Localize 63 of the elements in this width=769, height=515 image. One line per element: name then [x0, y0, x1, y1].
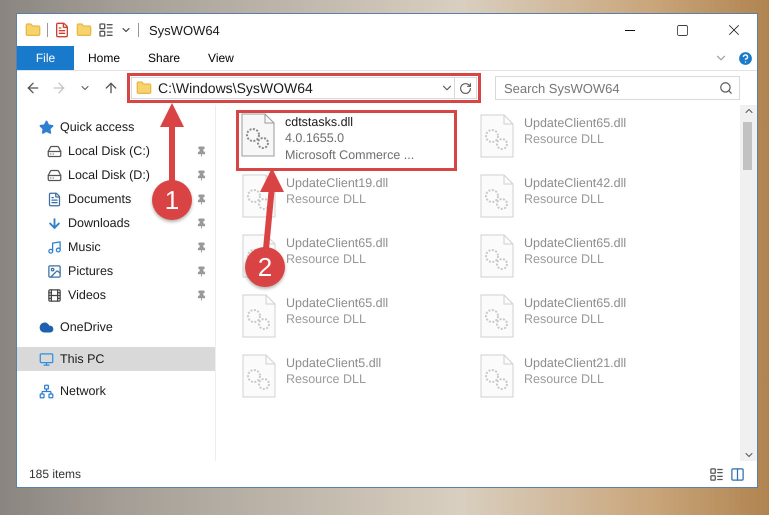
file-detail: Resource DLL [286, 191, 366, 208]
ribbon-tab[interactable]: View [194, 46, 248, 70]
large-icons-view-icon[interactable] [730, 466, 745, 482]
sidebar-item[interactable]: OneDrive [60, 320, 113, 334]
monitor-icon [39, 352, 54, 366]
maximize-icon [676, 24, 688, 36]
item-count: 185 items [29, 467, 82, 481]
gear-file-icon [480, 354, 514, 398]
file-detail: Resource DLL [524, 371, 604, 388]
gear-file-icon [480, 294, 514, 338]
view-icon[interactable] [98, 22, 114, 38]
gear-file-icon [241, 113, 275, 157]
file-detail: Microsoft Commerce ... [285, 147, 414, 164]
picture-icon [47, 264, 62, 278]
file-name[interactable]: cdtstasks.dll [285, 114, 354, 130]
sidebar-item[interactable]: Downloads [68, 216, 130, 230]
sidebar-item[interactable]: Videos [68, 288, 106, 302]
scrollbar[interactable] [740, 105, 757, 461]
sidebar-item[interactable]: Music [68, 240, 101, 254]
file-detail: Resource DLL [524, 131, 604, 148]
music-note-icon [47, 240, 62, 254]
cloud-icon [39, 320, 54, 334]
properties-icon[interactable] [54, 22, 70, 38]
gear-file-icon [242, 294, 276, 338]
sidebar-item[interactable]: Network [60, 384, 106, 398]
scroll-thumb[interactable] [742, 122, 752, 170]
drive-icon [47, 144, 62, 158]
sidebar-item[interactable]: Documents [68, 192, 132, 206]
gear-file-icon [480, 174, 514, 218]
file-detail: Resource DLL [286, 371, 366, 388]
folder-icon [136, 80, 152, 96]
file-detail: Resource DLL [286, 251, 366, 268]
details-view-icon[interactable] [709, 466, 724, 482]
star-icon [39, 120, 54, 134]
gear-file-icon [480, 234, 514, 278]
back-icon [25, 80, 41, 96]
file-detail: Resource DLL [524, 311, 604, 328]
download-icon [47, 216, 62, 230]
refresh-icon [459, 82, 472, 94]
sidebar-item[interactable]: Local Disk (C:) [68, 144, 150, 158]
file-detail: Resource DLL [286, 311, 366, 328]
ribbon-tab[interactable]: Share [134, 46, 194, 70]
file-tab[interactable]: File [17, 46, 74, 70]
file-detail: Resource DLL [524, 191, 604, 208]
ribbon-tab[interactable]: Home [74, 46, 134, 70]
film-icon [47, 288, 62, 302]
file-detail: Resource DLL [524, 251, 604, 268]
address-field[interactable]: C:\Windows\SysWOW64 [131, 77, 477, 99]
gear-file-icon [242, 354, 276, 398]
forward-icon [51, 80, 67, 96]
document-icon [47, 192, 62, 206]
sidebar-item[interactable]: Quick access [60, 120, 134, 134]
file-detail: 4.0.1655.0 [285, 130, 344, 147]
drive-icon [47, 168, 62, 182]
search-field[interactable]: Search SysWOW64 [495, 76, 740, 100]
sidebar-item[interactable]: Pictures [68, 264, 114, 278]
gear-file-icon [480, 114, 514, 158]
network-icon [39, 384, 54, 398]
help-icon [736, 50, 754, 66]
search-icon [719, 81, 733, 95]
sidebar-item[interactable]: This PC [60, 352, 104, 366]
window-title: SysWOW64 [149, 22, 221, 38]
sidebar-item[interactable]: Local Disk (D:) [68, 168, 150, 182]
